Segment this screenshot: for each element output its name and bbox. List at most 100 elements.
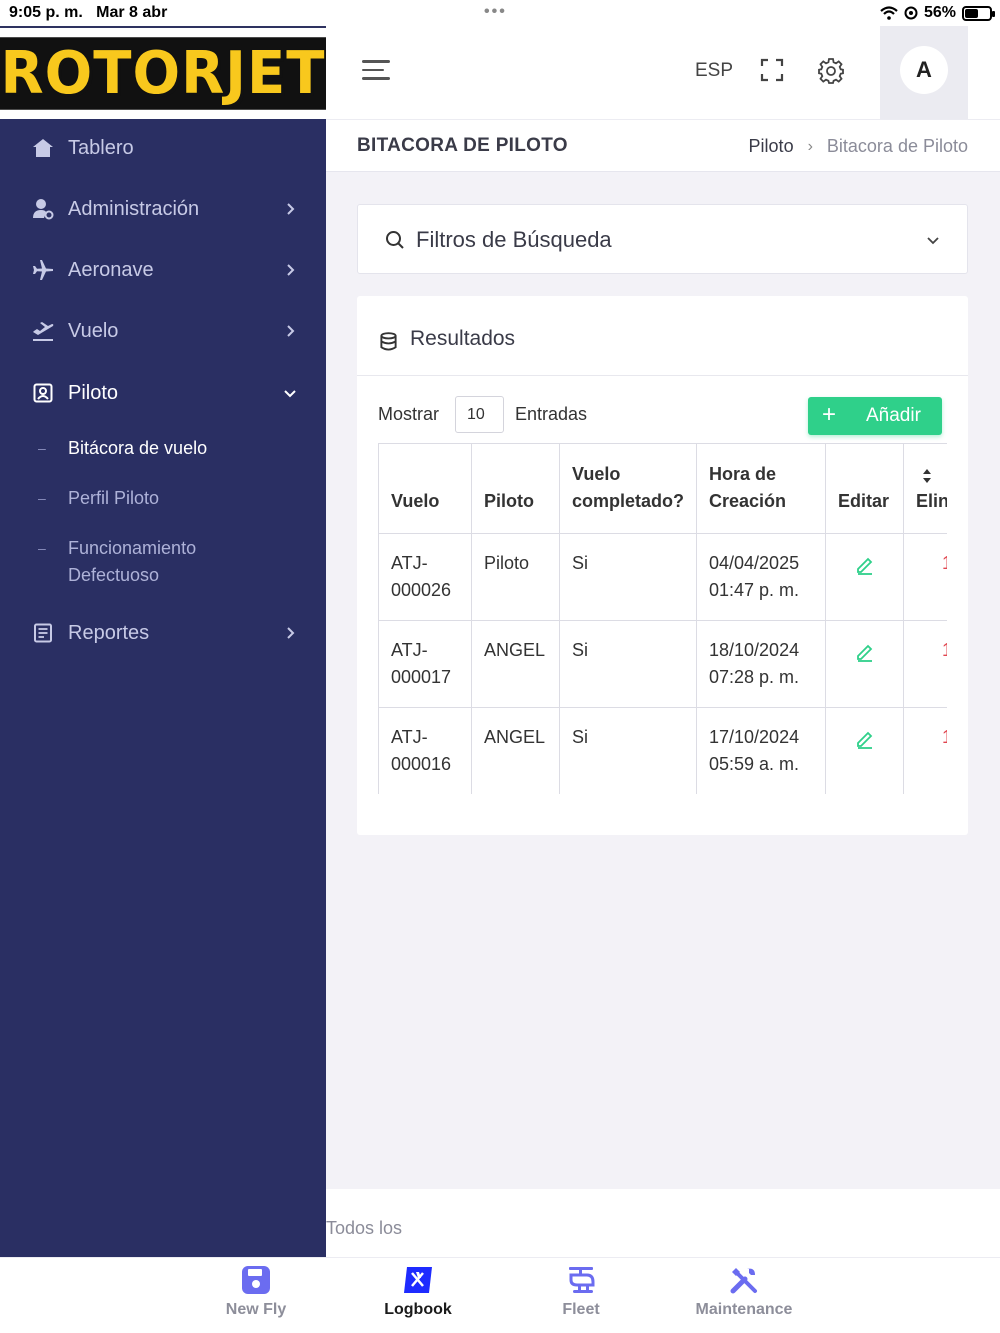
entries-per-page-input[interactable]: 10 [455, 396, 504, 433]
fullscreen-icon[interactable] [760, 58, 784, 82]
cell-completado: Si [559, 707, 697, 794]
filters-title: Filtros de Búsqueda [416, 227, 612, 252]
chevron-right-icon [287, 325, 295, 337]
tab-logbook[interactable]: Logbook [338, 1258, 498, 1333]
sidebar-subitem-label: Bitácora de vuelo [68, 438, 208, 458]
page-title: BITACORA DE PILOTO [357, 135, 568, 156]
edit-icon[interactable] [855, 642, 875, 662]
footer-text: Todos los [326, 1218, 403, 1238]
rotorjet-logo[interactable]: ROTORJET [0, 37, 336, 110]
sidebar-item-vuelo[interactable]: Vuelo [0, 307, 326, 355]
tab-fleet[interactable]: Fleet [501, 1258, 661, 1333]
column-header-vuelo[interactable]: Vuelo [378, 443, 472, 534]
column-header-piloto[interactable]: Piloto [471, 443, 560, 534]
save-icon [242, 1266, 270, 1294]
sidebar-item-label: Tablero [68, 136, 134, 159]
show-entries-label: Mostrar [378, 404, 440, 424]
sidebar-item-label: Vuelo [68, 319, 119, 342]
chevron-down-icon [927, 237, 939, 245]
cell-hora: 18/10/2024 07:28 p. m. [696, 620, 826, 708]
user-menu-area: A [880, 26, 968, 119]
status-time: 9:05 p. m. Mar 8 abr [9, 4, 168, 21]
chevron-right-icon [287, 627, 295, 639]
cell-editar [825, 707, 904, 794]
sidebar-item-administracion[interactable]: Administración [0, 185, 326, 233]
subitem-dash: – [38, 540, 46, 556]
footer-strip: Todos los [326, 1189, 1000, 1257]
page-title-bar: BITACORA DE PILOTO Piloto › Bitacora de … [326, 119, 1000, 172]
sidebar-item-reportes[interactable]: Reportes [0, 609, 326, 657]
wifi-icon [880, 6, 898, 20]
tab-label: Maintenance [695, 1301, 793, 1318]
search-filters-panel[interactable]: Filtros de Búsqueda [357, 204, 968, 274]
plus-icon: + [822, 401, 837, 428]
table-row: ATJ-000016 ANGEL Si 17/10/2024 05:59 a. … [378, 707, 947, 794]
entries-label: Entradas [515, 404, 588, 424]
results-title: Resultados [410, 327, 516, 350]
delete-icon[interactable]: 1 [903, 533, 947, 621]
tab-maintenance[interactable]: Maintenance [664, 1258, 824, 1333]
results-table: Vuelo Piloto Vuelo completado? Hora de C… [378, 443, 947, 794]
cell-editar [825, 620, 904, 708]
battery-icon [962, 5, 995, 21]
cell-editar [825, 533, 904, 621]
sidebar-subitem-label: Perfil Piloto [68, 488, 160, 508]
column-header-vuelo-completado[interactable]: Vuelo completado? [559, 443, 697, 534]
edit-icon[interactable] [855, 729, 875, 749]
language-selector[interactable]: ESP [695, 60, 733, 82]
sidebar-item-label: Piloto [68, 381, 119, 404]
bottom-tab-bar: New Fly Logbook Fleet Maintenance [0, 1257, 1000, 1333]
report-icon [32, 622, 54, 644]
cell-piloto: ANGEL [471, 620, 560, 708]
battery-percent: 56% [923, 4, 956, 21]
status-date: Mar 8 abr [96, 4, 168, 21]
cell-vuelo: ATJ-000016 [378, 707, 472, 794]
sidebar-item-label: Administración [68, 197, 200, 220]
pilot-badge-icon [32, 382, 54, 404]
table-row: ATJ-000017 ANGEL Si 18/10/2024 07:28 p. … [378, 620, 947, 708]
logo-area: ROTORJET [0, 26, 336, 119]
delete-icon[interactable]: 1 [903, 620, 947, 708]
sidebar-item-label: Aeronave [68, 258, 154, 281]
cell-vuelo: ATJ-000017 [378, 620, 472, 708]
multitasking-dots-icon[interactable]: ••• [484, 3, 507, 21]
cell-hora: 17/10/2024 05:59 a. m. [696, 707, 826, 794]
column-header-hora-creacion[interactable]: Hora de Creación [696, 443, 826, 534]
results-table-container[interactable]: Vuelo Piloto Vuelo completado? Hora de C… [378, 443, 947, 794]
lock-rotation-icon [904, 6, 918, 20]
avatar[interactable]: A [900, 46, 948, 94]
delete-icon[interactable]: 1 [903, 707, 947, 794]
home-icon [32, 137, 54, 159]
sidebar: Tablero Administración Aeronave Vuelo Pi… [0, 119, 326, 1257]
edit-icon[interactable] [855, 555, 875, 575]
status-bar: 9:05 p. m. Mar 8 abr ••• 56% [0, 0, 1000, 26]
column-header-eliminar[interactable]: Elin [903, 443, 947, 534]
column-header-editar: Editar [825, 443, 904, 534]
add-button[interactable]: + Añadir [808, 397, 942, 435]
user-settings-icon [32, 198, 54, 220]
chevron-down-icon [284, 390, 296, 398]
gear-icon[interactable] [818, 58, 844, 84]
subitem-dash: – [38, 490, 46, 506]
cell-completado: Si [559, 620, 697, 708]
sidebar-item-tablero[interactable]: Tablero [0, 124, 326, 172]
airplane-icon [32, 259, 54, 281]
sidebar-item-aeronave[interactable]: Aeronave [0, 246, 326, 294]
sort-icon[interactable] [921, 468, 933, 484]
breadcrumb-link-piloto[interactable]: Piloto [749, 136, 794, 157]
tools-icon [730, 1268, 757, 1294]
top-header: ESP A [326, 26, 1000, 119]
database-icon [380, 332, 397, 351]
column-header-label: Elin [916, 491, 947, 511]
tab-new-fly[interactable]: New Fly [176, 1258, 336, 1333]
tab-label: Logbook [384, 1301, 452, 1318]
sidebar-item-piloto[interactable]: Piloto [0, 369, 326, 417]
cell-completado: Si [559, 533, 697, 621]
takeoff-icon [32, 320, 54, 342]
sidebar-item-label: Reportes [68, 621, 150, 644]
menu-toggle-icon[interactable] [362, 60, 390, 84]
tab-label: New Fly [225, 1301, 287, 1318]
logbook-icon [404, 1267, 432, 1293]
cell-vuelo: ATJ-000026 [378, 533, 472, 621]
results-header: Resultados [357, 296, 968, 376]
